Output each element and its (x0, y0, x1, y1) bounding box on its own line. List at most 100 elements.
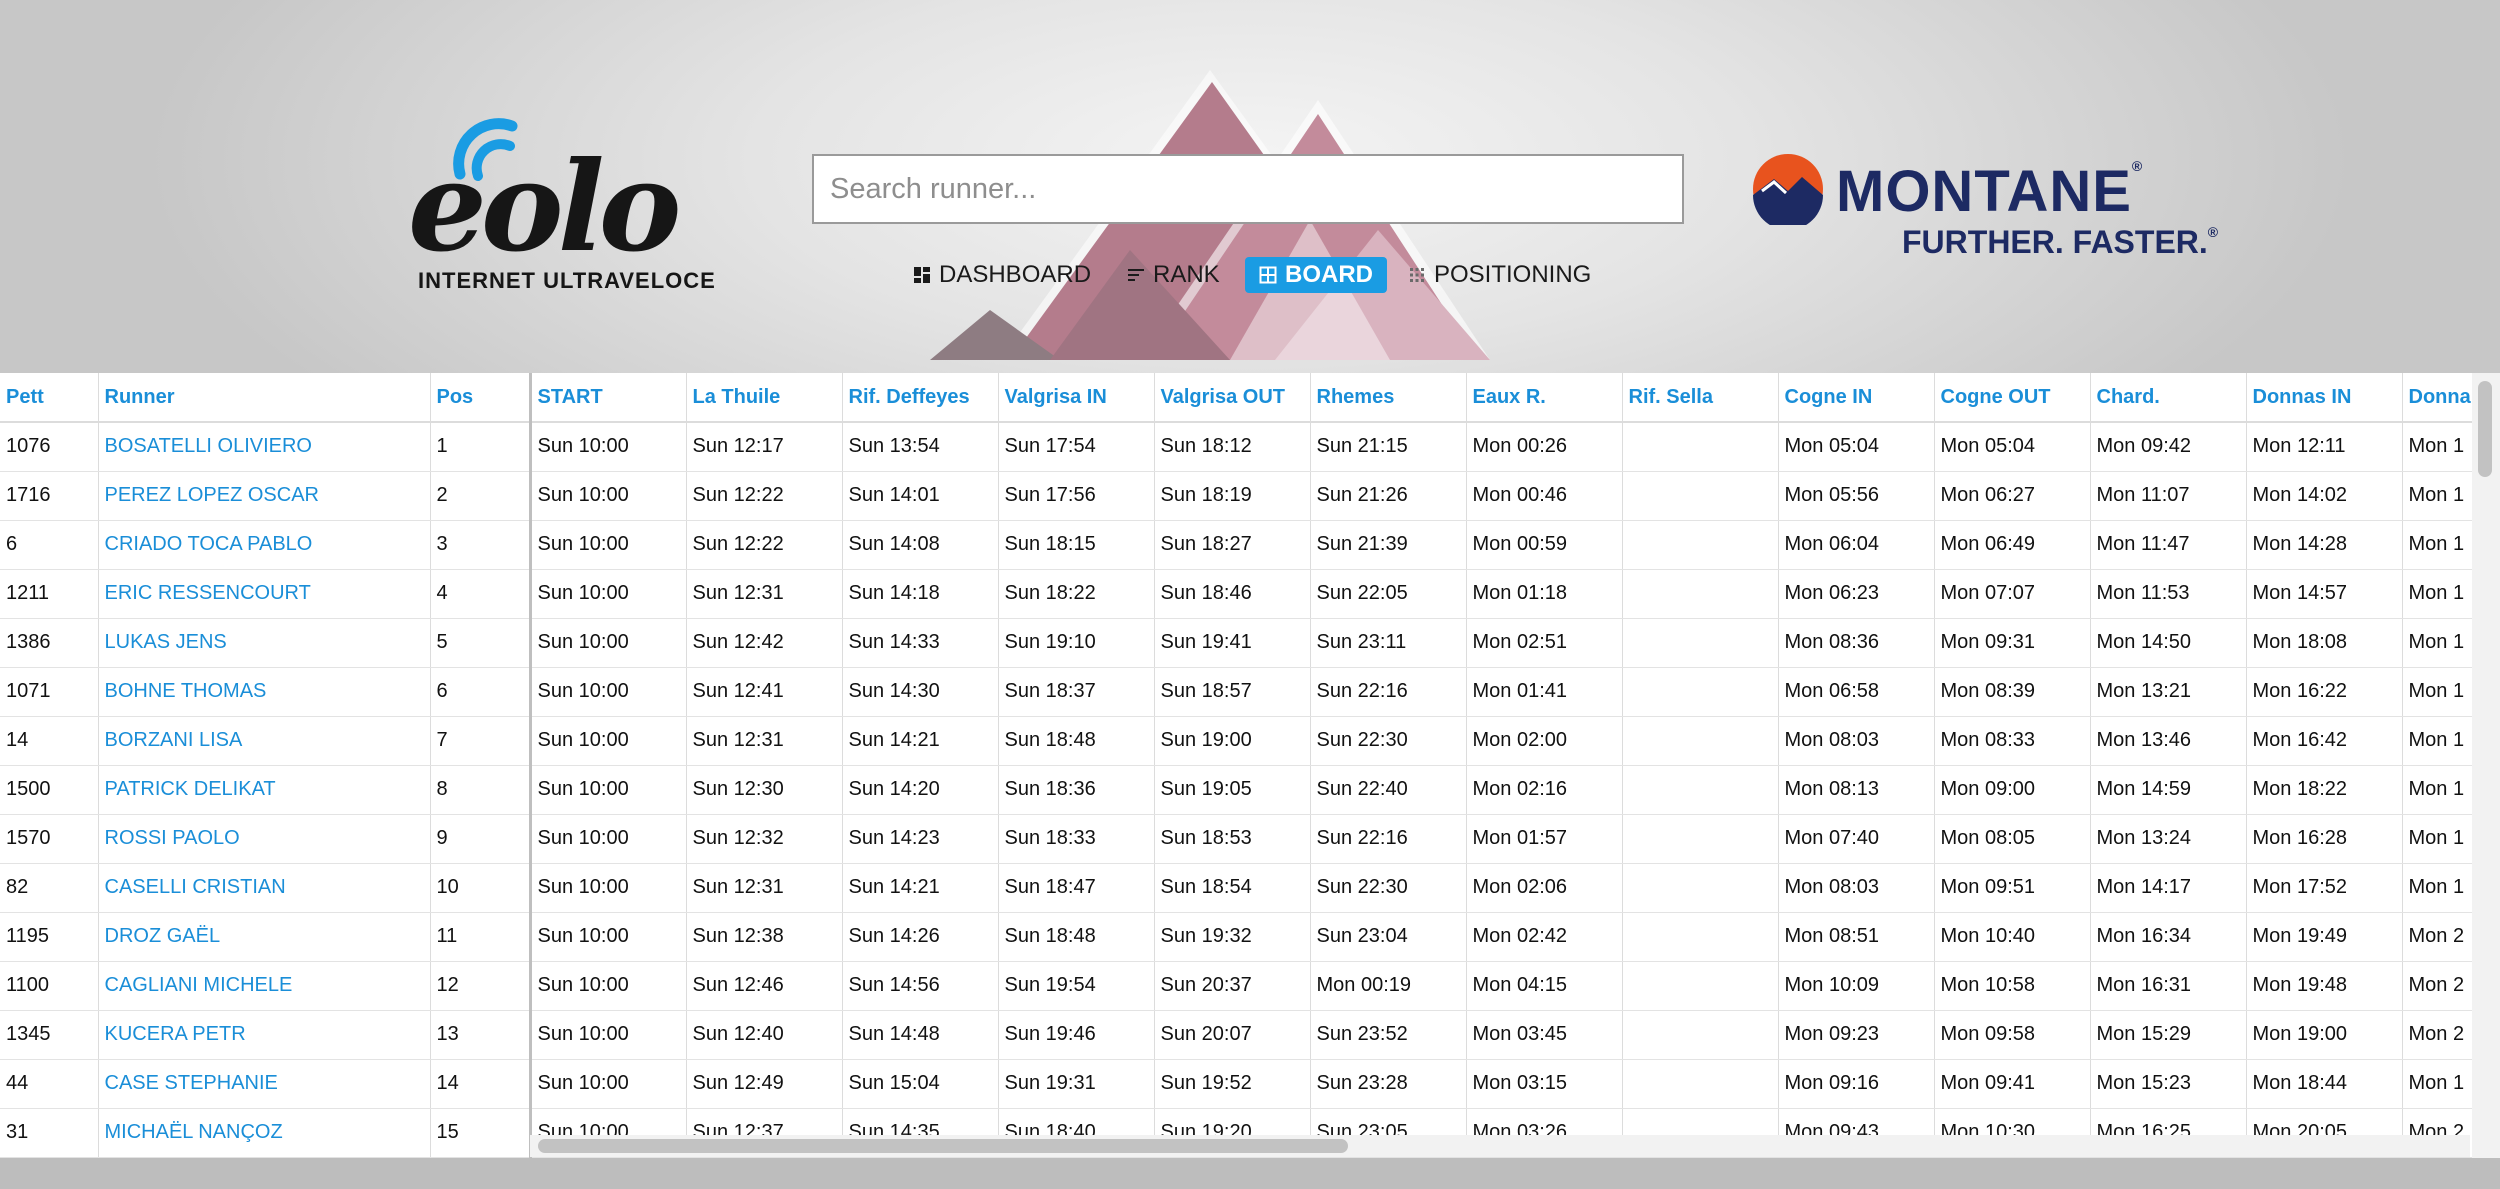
table-cell: Sun 10:00 (530, 471, 687, 521)
runner-name-link[interactable]: CASELLI CRISTIAN (98, 863, 431, 913)
column-header[interactable]: START (530, 373, 687, 423)
runner-name-link[interactable]: MICHAËL NANÇOZ (98, 1108, 431, 1158)
table-cell (1622, 667, 1779, 717)
table-cell: 6 (430, 667, 532, 717)
runner-name-link[interactable]: BORZANI LISA (98, 716, 431, 766)
column-header[interactable]: Donnas IN (2246, 373, 2403, 423)
board-table-container[interactable]: Pett Runner Pos START La Thuile Rif. Deffeyes… (0, 373, 2500, 1158)
table-cell (1622, 814, 1779, 864)
horizontal-scrollbar[interactable] (530, 1135, 2470, 1157)
runner-name-link[interactable]: PATRICK DELIKAT (98, 765, 431, 815)
runner-name-link[interactable]: ERIC RESSENCOURT (98, 569, 431, 619)
table-cell: Sun 18:15 (998, 520, 1155, 570)
column-header[interactable]: Rif. Deffeyes (842, 373, 999, 423)
table-cell: Mon 06:04 (1778, 520, 1935, 570)
table-cell: 5 (430, 618, 532, 668)
runner-name-link[interactable]: ROSSI PAOLO (98, 814, 431, 864)
column-header[interactable]: Cogne OUT (1934, 373, 2091, 423)
table-cell: Mon 1 (2402, 863, 2483, 913)
nav-board-label: BOARD (1285, 261, 1373, 288)
table-cell (1622, 618, 1779, 668)
table-cell: Sun 12:38 (686, 912, 843, 962)
dashboard-icon (914, 267, 930, 283)
table-cell: Mon 09:42 (2090, 422, 2247, 472)
table-cell: Sun 21:15 (1310, 422, 1467, 472)
table-cell: Mon 09:31 (1934, 618, 2091, 668)
column-header[interactable]: Cogne IN (1778, 373, 1935, 423)
table-cell: Mon 2 (2402, 961, 2483, 1011)
column-header[interactable]: Pett (0, 373, 99, 423)
runner-name-link[interactable]: PEREZ LOPEZ OSCAR (98, 471, 431, 521)
table-cell: 82 (0, 863, 99, 913)
table-cell: Sun 12:40 (686, 1010, 843, 1060)
table-cell: Sun 14:33 (842, 618, 999, 668)
table-cell: Mon 02:51 (1466, 618, 1623, 668)
table-cell: Mon 18:08 (2246, 618, 2403, 668)
nav-rank[interactable]: RANK (1127, 257, 1220, 293)
table-cell: Mon 02:06 (1466, 863, 1623, 913)
table-cell: Mon 13:21 (2090, 667, 2247, 717)
table-cell: Sun 10:00 (530, 912, 687, 962)
horizontal-scroll-thumb[interactable] (538, 1139, 1348, 1153)
table-cell: Mon 2 (2402, 912, 2483, 962)
eolo-wordmark: eolo (408, 135, 681, 280)
table-cell (1622, 716, 1779, 766)
table-cell: Mon 06:58 (1778, 667, 1935, 717)
column-header[interactable]: Valgrisa OUT (1154, 373, 1311, 423)
column-header[interactable]: Eaux R. (1466, 373, 1623, 423)
runner-name-link[interactable]: BOSATELLI OLIVIERO (98, 422, 431, 472)
table-cell: Sun 14:20 (842, 765, 999, 815)
runner-name-link[interactable]: CASE STEPHANIE (98, 1059, 431, 1109)
table-cell: 11 (430, 912, 532, 962)
vertical-scroll-thumb[interactable] (2478, 381, 2492, 477)
table-cell: Sun 21:26 (1310, 471, 1467, 521)
table-cell (1622, 1059, 1779, 1109)
table-cell: Mon 19:49 (2246, 912, 2403, 962)
column-header[interactable]: Chard. (2090, 373, 2247, 423)
table-row: 1500 PATRICK DELIKAT 8 Sun 10:00 Sun 12:30 Su… (0, 765, 2483, 815)
nav-dashboard[interactable]: DASHBOARD (913, 257, 1091, 293)
vertical-scrollbar[interactable] (2472, 373, 2500, 1158)
table-cell: Mon 14:50 (2090, 618, 2247, 668)
table-cell: Sun 12:17 (686, 422, 843, 472)
table-cell: 4 (430, 569, 532, 619)
nav-positioning[interactable]: POSITIONING (1408, 257, 1591, 293)
column-header[interactable]: La Thuile (686, 373, 843, 423)
runner-name-link[interactable]: CRIADO TOCA PABLO (98, 520, 431, 570)
table-cell: Mon 13:24 (2090, 814, 2247, 864)
table-cell: Sun 23:11 (1310, 618, 1467, 668)
column-header[interactable]: Runner (98, 373, 431, 423)
runner-name-link[interactable]: BOHNE THOMAS (98, 667, 431, 717)
table-cell: Sun 23:04 (1310, 912, 1467, 962)
runner-name-link[interactable]: DROZ GAËL (98, 912, 431, 962)
table-cell: 1100 (0, 961, 99, 1011)
table-cell: Mon 19:48 (2246, 961, 2403, 1011)
runner-name-link[interactable]: LUKAS JENS (98, 618, 431, 668)
nav-board[interactable]: BOARD (1245, 257, 1387, 293)
table-cell: Sun 18:33 (998, 814, 1155, 864)
table-cell: Mon 05:04 (1934, 422, 2091, 472)
runner-name-link[interactable]: KUCERA PETR (98, 1010, 431, 1060)
table-cell: Sun 10:00 (530, 422, 687, 472)
column-header[interactable]: Valgrisa IN (998, 373, 1155, 423)
table-cell: Sun 18:19 (1154, 471, 1311, 521)
column-header[interactable]: Donna (2402, 373, 2483, 423)
table-cell: Mon 16:22 (2246, 667, 2403, 717)
page-bottom-bar (0, 1158, 2500, 1189)
table-cell: Mon 15:29 (2090, 1010, 2247, 1060)
table-cell: Sun 14:01 (842, 471, 999, 521)
table-cell: Sun 12:41 (686, 667, 843, 717)
column-header[interactable]: Rif. Sella (1622, 373, 1779, 423)
runner-name-link[interactable]: CAGLIANI MICHELE (98, 961, 431, 1011)
table-cell: Mon 13:46 (2090, 716, 2247, 766)
table-cell: 1570 (0, 814, 99, 864)
table-cell: Sun 10:00 (530, 667, 687, 717)
column-header[interactable]: Pos (430, 373, 532, 423)
table-cell: Sun 18:47 (998, 863, 1155, 913)
table-cell: Sun 22:16 (1310, 814, 1467, 864)
table-cell: Sun 14:18 (842, 569, 999, 619)
column-header[interactable]: Rhemes (1310, 373, 1467, 423)
table-cell: Sun 18:48 (998, 716, 1155, 766)
table-cell: Mon 09:23 (1778, 1010, 1935, 1060)
search-runner-input[interactable] (812, 154, 1684, 224)
